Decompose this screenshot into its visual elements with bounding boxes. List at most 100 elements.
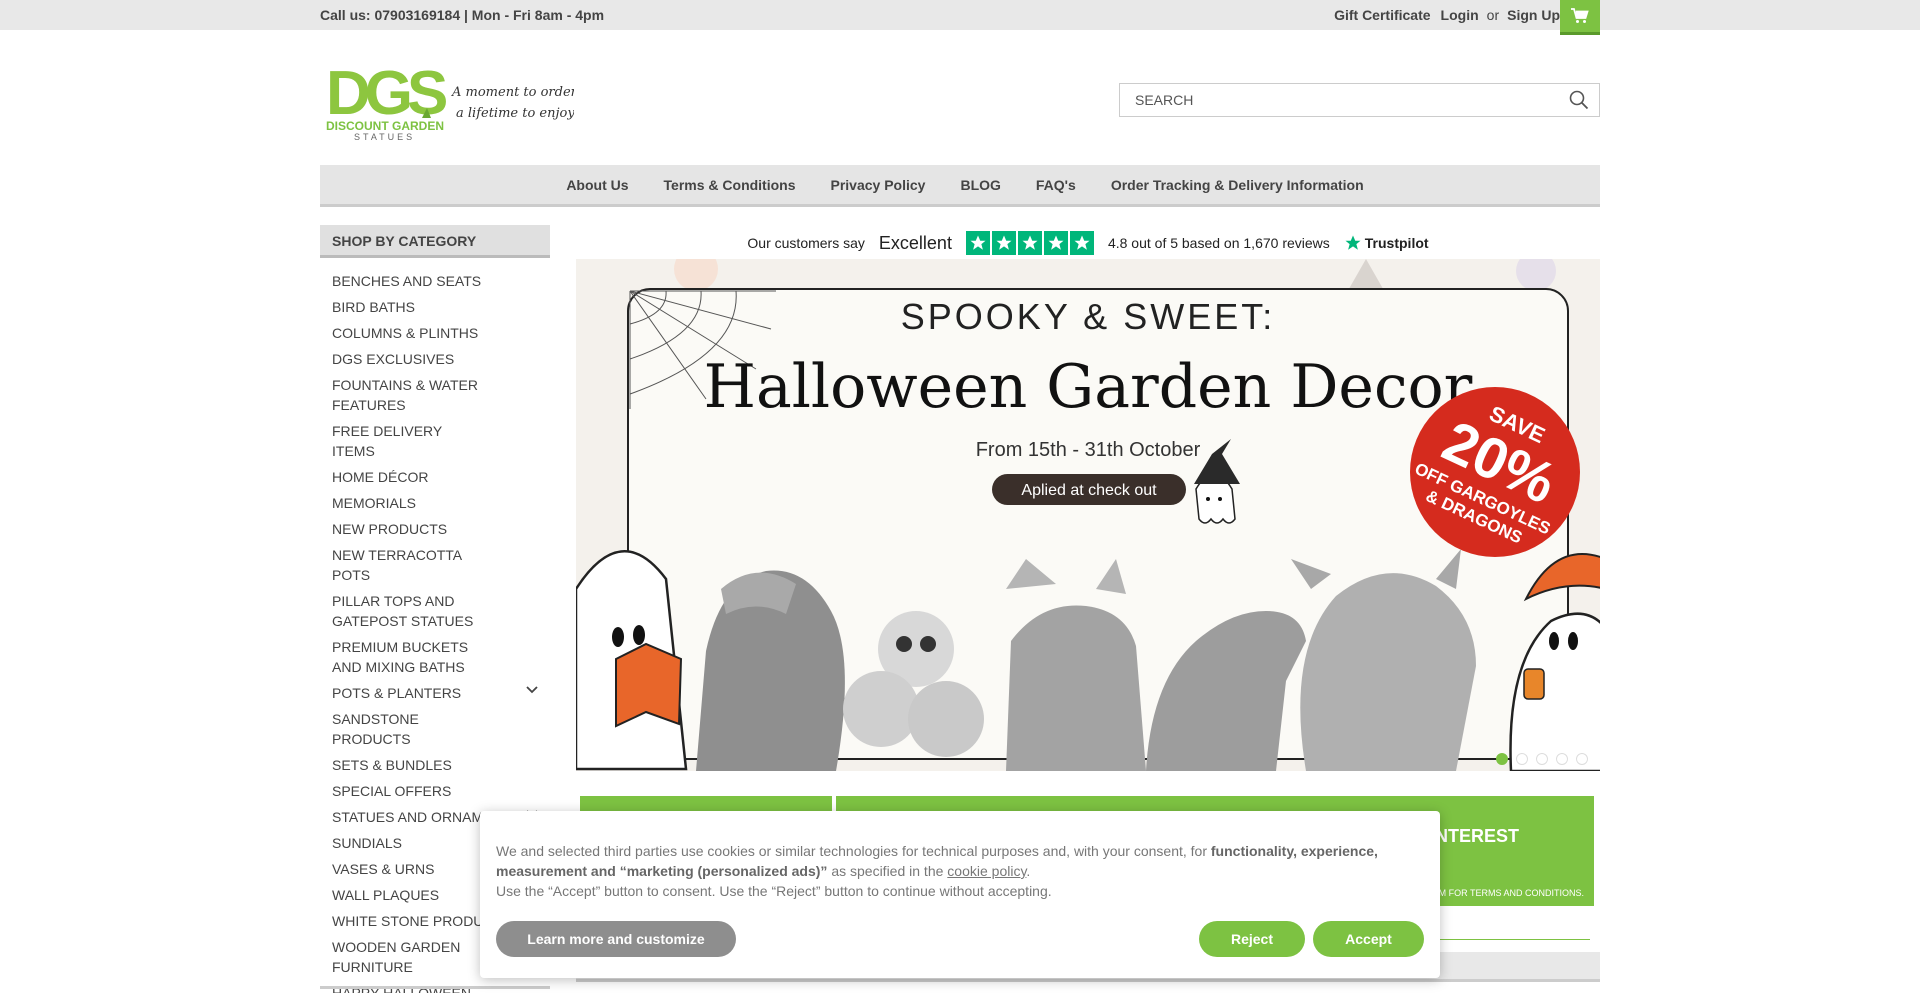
star-icon bbox=[991, 231, 1016, 255]
banner-line-1: SPOOKY & SWEET: bbox=[901, 296, 1275, 337]
category-label: WOODEN GARDEN FURNITURE bbox=[332, 939, 461, 975]
call-us-text: Call us: 07903169184 | Mon - Fri 8am - 4… bbox=[320, 7, 605, 23]
category-label: WHITE STONE PRODUCTS bbox=[332, 913, 512, 929]
cart-button[interactable] bbox=[1560, 0, 1600, 35]
banner-line-2: Halloween Garden Decor bbox=[704, 352, 1473, 422]
category-item[interactable]: PILLAR TOPS AND GATEPOST STATUES bbox=[320, 588, 550, 634]
category-item[interactable]: DGS EXCLUSIVES bbox=[320, 346, 550, 372]
logo-tagline-1: A moment to order... bbox=[451, 85, 574, 100]
or-text: or bbox=[1486, 7, 1500, 23]
star-icon bbox=[1017, 231, 1042, 255]
category-label: NEW TERRACOTTA POTS bbox=[332, 547, 462, 583]
nav-privacy[interactable]: Privacy Policy bbox=[831, 177, 926, 193]
category-label: PREMIUM BUCKETS AND MIXING BATHS bbox=[332, 639, 469, 675]
category-label: SUNDIALS bbox=[332, 835, 403, 851]
logo-graphic: DGS DISCOUNT GARDEN STATUES A moment to … bbox=[326, 59, 588, 142]
slider-dot[interactable] bbox=[1516, 753, 1528, 765]
accept-button[interactable]: Accept bbox=[1313, 921, 1424, 957]
cookie-text-1: We and selected third parties use cookie… bbox=[496, 843, 1211, 859]
cookie-text: We and selected third parties use cookie… bbox=[496, 841, 1424, 881]
category-label: STATUES AND ORNAMENTS bbox=[332, 809, 521, 825]
category-label: MEMORIALS bbox=[332, 495, 417, 511]
category-item[interactable]: BIRD BATHS bbox=[320, 294, 550, 320]
category-label: NEW PRODUCTS bbox=[332, 521, 448, 537]
slider-dot[interactable] bbox=[1556, 753, 1568, 765]
slider-dot[interactable] bbox=[1576, 753, 1588, 765]
login-link[interactable]: Login bbox=[1441, 7, 1479, 23]
trustpilot-logo: Trustpilot bbox=[1344, 234, 1429, 252]
category-item[interactable]: PREMIUM BUCKETS AND MIXING BATHS bbox=[320, 634, 550, 680]
cart-icon bbox=[1571, 8, 1589, 23]
site-header: DGS DISCOUNT GARDEN STATUES A moment to … bbox=[320, 52, 1600, 152]
slider-dot[interactable] bbox=[1536, 753, 1548, 765]
sidebar-heading: SHOP BY CATEGORY bbox=[320, 225, 550, 258]
cookie-text-3: . bbox=[1026, 863, 1031, 879]
cookie-banner: We and selected third parties use cookie… bbox=[480, 811, 1440, 978]
reject-button[interactable]: Reject bbox=[1199, 921, 1305, 957]
category-item[interactable]: FREE DELIVERY ITEMS bbox=[320, 418, 550, 464]
signup-link[interactable]: Sign Up bbox=[1507, 7, 1560, 23]
cookie-text-line-2: Use the “Accept” button to consent. Use … bbox=[496, 883, 1052, 899]
category-item[interactable]: SPECIAL OFFERS bbox=[320, 778, 550, 804]
gift-certificate-link[interactable]: Gift Certificate bbox=[1334, 7, 1430, 23]
category-item[interactable]: NEW PRODUCTS bbox=[320, 516, 550, 542]
banner-dates: From 15th - 31th October bbox=[976, 439, 1201, 461]
category-label: HOME DÉCOR bbox=[332, 469, 429, 485]
star-icon bbox=[965, 231, 990, 255]
category-label: BENCHES AND SEATS bbox=[332, 273, 482, 289]
category-item[interactable]: MEMORIALS bbox=[320, 490, 550, 516]
trustpilot-stars bbox=[965, 231, 1094, 255]
nav-about-us[interactable]: About Us bbox=[566, 177, 628, 193]
search-input[interactable] bbox=[1120, 84, 1550, 116]
trustpilot-rating-word: Excellent bbox=[878, 232, 952, 253]
sidebar-bottom-divider bbox=[320, 986, 550, 989]
category-label: SETS & BUNDLES bbox=[332, 757, 452, 773]
trustpilot-widget[interactable]: Our customers say Excellent 4.8 out of 5… bbox=[576, 228, 1600, 258]
hero-banner[interactable]: SPOOKY & SWEET: Halloween Garden Decor F… bbox=[576, 259, 1600, 771]
top-bar-inner: Call us: 07903169184 | Mon - Fri 8am - 4… bbox=[320, 0, 1600, 35]
logo-tagline-2: a lifetime to enjoy! bbox=[456, 106, 574, 121]
main-nav: About Us Terms & Conditions Privacy Poli… bbox=[320, 165, 1600, 207]
promo-title: INTEREST bbox=[1429, 826, 1519, 846]
slider-dot[interactable] bbox=[1496, 753, 1508, 765]
trustpilot-brand: Trustpilot bbox=[1364, 235, 1429, 251]
category-label: POTS & PLANTERS bbox=[332, 685, 462, 701]
banner-pill-text: Aplied at check out bbox=[1021, 482, 1157, 499]
trustpilot-say: Our customers say bbox=[747, 235, 865, 251]
category-item[interactable]: COLUMNS & PLINTHS bbox=[320, 320, 550, 346]
category-label: FOUNTAINS & WATER FEATURES bbox=[332, 377, 478, 413]
category-label: DGS EXCLUSIVES bbox=[332, 351, 455, 367]
nav-order-tracking[interactable]: Order Tracking & Delivery Information bbox=[1111, 177, 1364, 193]
cookie-text-2: as specified in the bbox=[827, 863, 948, 879]
category-label: WALL PLAQUES bbox=[332, 887, 440, 903]
top-bar: Call us: 07903169184 | Mon - Fri 8am - 4… bbox=[0, 0, 1920, 35]
category-item[interactable]: SANDSTONE PRODUCTS bbox=[320, 706, 550, 752]
nav-terms[interactable]: Terms & Conditions bbox=[664, 177, 796, 193]
nav-faqs[interactable]: FAQ's bbox=[1036, 177, 1076, 193]
category-item[interactable]: HOME DÉCOR bbox=[320, 464, 550, 490]
learn-more-button[interactable]: Learn more and customize bbox=[496, 921, 736, 957]
search-box bbox=[1119, 83, 1600, 117]
category-item[interactable]: POTS & PLANTERS bbox=[320, 680, 550, 706]
logo-discount-garden: DISCOUNT GARDEN bbox=[326, 119, 444, 133]
category-item[interactable]: NEW TERRACOTTA POTS bbox=[320, 542, 550, 588]
category-item[interactable]: BENCHES AND SEATS bbox=[320, 268, 550, 294]
chevron-down-icon[interactable] bbox=[526, 686, 538, 694]
star-icon bbox=[1043, 231, 1068, 255]
top-links: Gift Certificate Login or Sign Up bbox=[1334, 7, 1560, 23]
category-item[interactable]: SETS & BUNDLES bbox=[320, 752, 550, 778]
banner-graphic: SPOOKY & SWEET: Halloween Garden Decor F… bbox=[576, 259, 1600, 771]
category-item[interactable]: FOUNTAINS & WATER FEATURES bbox=[320, 372, 550, 418]
category-label: SPECIAL OFFERS bbox=[332, 783, 452, 799]
category-label: BIRD BATHS bbox=[332, 299, 415, 315]
cookie-policy-link[interactable]: cookie policy bbox=[947, 863, 1026, 879]
site-logo[interactable]: DGS DISCOUNT GARDEN STATUES A moment to … bbox=[326, 59, 588, 142]
category-label: PILLAR TOPS AND GATEPOST STATUES bbox=[332, 593, 474, 629]
nav-blog[interactable]: BLOG bbox=[960, 177, 1000, 193]
trustpilot-summary: 4.8 out of 5 based on 1,670 reviews bbox=[1107, 235, 1330, 251]
star-icon bbox=[1069, 231, 1094, 255]
category-label: VASES & URNS bbox=[332, 861, 435, 877]
category-label: COLUMNS & PLINTHS bbox=[332, 325, 479, 341]
logo-statues: STATUES bbox=[354, 132, 415, 142]
search-icon[interactable] bbox=[1569, 90, 1589, 110]
